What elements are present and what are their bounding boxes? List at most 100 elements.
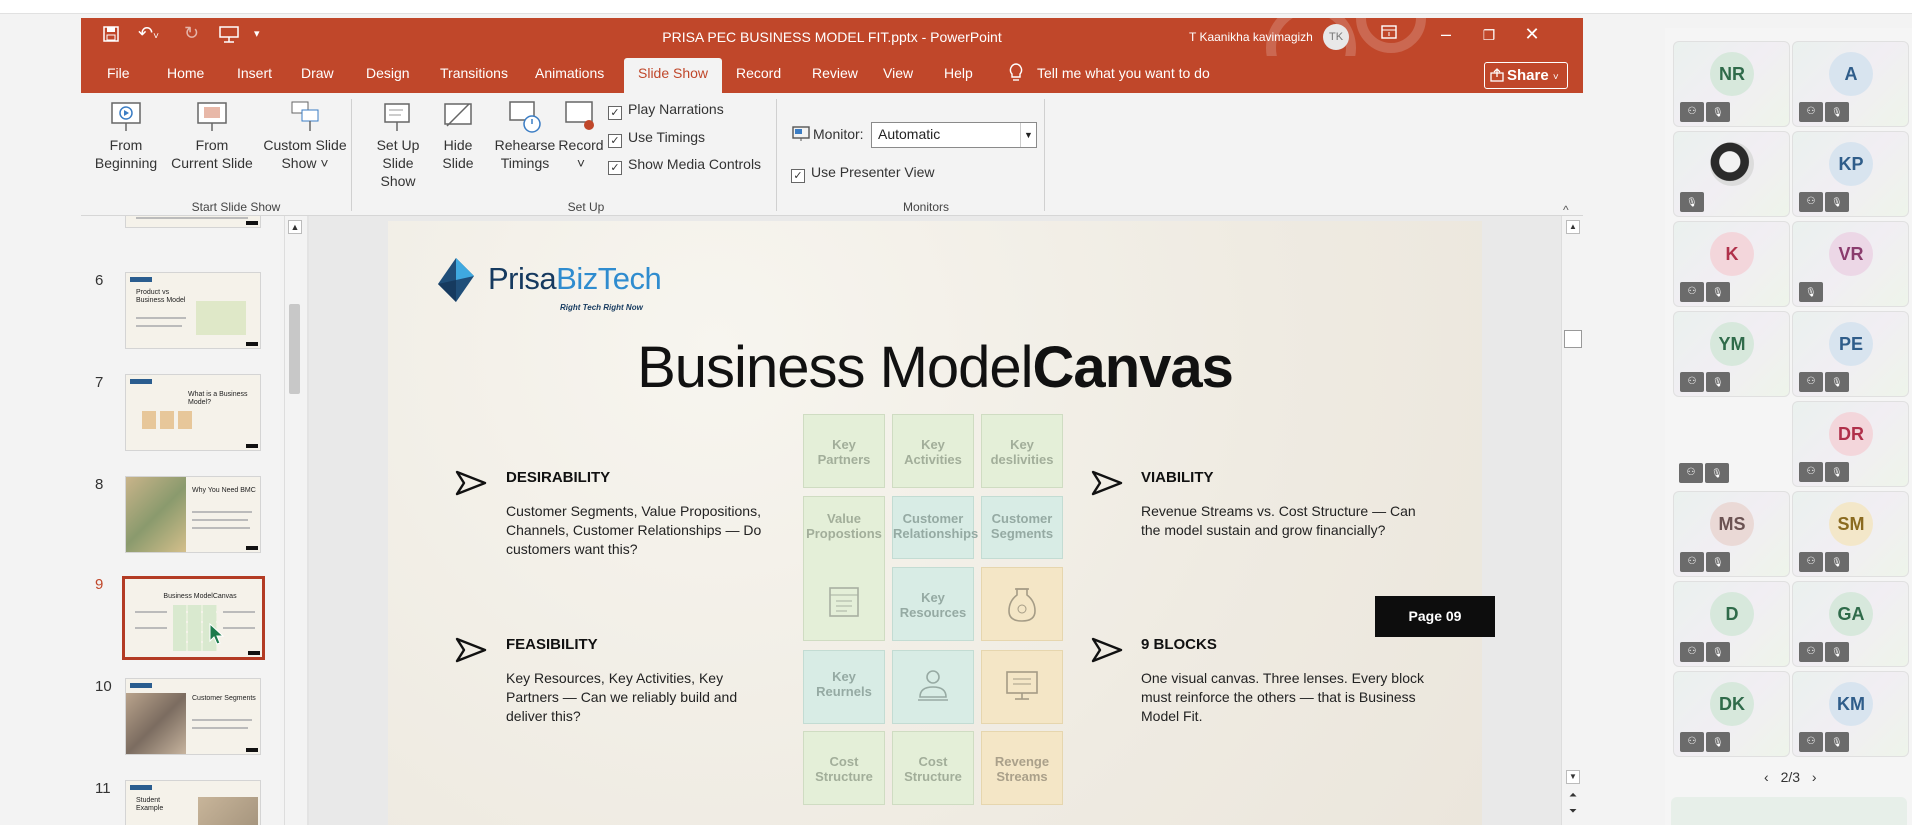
use-presenter-view-checkbox[interactable]: ✓ Use Presenter View xyxy=(791,164,934,183)
participant-tile[interactable]: MS ⚇ 🎙 xyxy=(1673,491,1790,577)
slide-thumbnail-6[interactable]: Product vs Business Model xyxy=(125,272,261,349)
camera-off-icon: ⚇ xyxy=(1680,102,1704,122)
mic-off-icon: 🎙 xyxy=(1680,192,1704,212)
tab-animations[interactable]: Animations xyxy=(535,65,604,81)
participant-tile[interactable]: KM ⚇ 🎙 xyxy=(1792,671,1909,757)
share-button[interactable]: Share ˅ xyxy=(1484,62,1568,89)
viability-heading: VIABILITY xyxy=(1141,469,1214,486)
tab-record[interactable]: Record xyxy=(736,65,781,81)
tab-home[interactable]: Home xyxy=(167,65,204,81)
participant-avatar: MS xyxy=(1710,502,1754,546)
slide-thumbnail-9[interactable]: Business ModelCanvas xyxy=(122,576,265,660)
editor-scrollbar[interactable]: ▲ ▼ ⏶ ⏷ xyxy=(1561,216,1583,825)
minimize-icon[interactable]: – xyxy=(1431,24,1461,45)
tab-view[interactable]: View xyxy=(883,65,913,81)
slide-thumbnail-5[interactable] xyxy=(125,216,261,228)
participant-tile[interactable]: ⚇ 🎙 xyxy=(1673,401,1790,487)
monitor-value: Automatic xyxy=(878,126,941,142)
slide-thumbnail-8[interactable]: Why You Need BMC xyxy=(125,476,261,553)
slide-number: 8 xyxy=(95,476,104,493)
chevron-right-icon[interactable]: › xyxy=(1812,769,1817,785)
monitor-icon xyxy=(792,126,810,141)
participant-tile[interactable]: YM ⚇ 🎙 xyxy=(1673,311,1790,397)
slide-canvas[interactable]: PrisaBizTech Right Tech Right Now Busine… xyxy=(388,221,1482,825)
tab-design[interactable]: Design xyxy=(366,65,410,81)
participant-tile[interactable]: DK ⚇ 🎙 xyxy=(1673,671,1790,757)
thumbnail-title: Business ModelCanvas xyxy=(163,593,237,600)
participant-tile[interactable]: VR 🎙 xyxy=(1792,221,1909,307)
tab-review[interactable]: Review xyxy=(812,65,858,81)
slide-number: 10 xyxy=(95,678,112,695)
participant-tile[interactable]: DR ⚇ 🎙 xyxy=(1792,401,1909,487)
ribbon-display-icon[interactable] xyxy=(1374,24,1404,45)
set-up-slide-show-button[interactable]: Set Up Slide Show xyxy=(365,100,431,190)
slide-thumbnail-11[interactable]: Student Example xyxy=(125,780,261,825)
show-media-controls-checkbox[interactable]: ✓ Show Media Controls xyxy=(608,156,761,175)
checkmark-icon: ✓ xyxy=(608,106,622,120)
tell-me-search[interactable]: Tell me what you want to do xyxy=(1037,65,1210,81)
scroll-down-icon[interactable]: ▼ xyxy=(1566,770,1580,784)
hide-line1: Hide xyxy=(443,137,473,153)
participants-pager: ‹ 2/3 › xyxy=(1760,769,1821,785)
tab-insert[interactable]: Insert xyxy=(237,65,272,81)
tab-help[interactable]: Help xyxy=(944,65,973,81)
hide-slide-button[interactable]: Hide Slide xyxy=(433,100,483,172)
user-avatar[interactable]: TK xyxy=(1323,24,1349,50)
use-timings-checkbox[interactable]: ✓ Use Timings xyxy=(608,129,705,148)
participant-tile[interactable]: PE ⚇ 🎙 xyxy=(1792,311,1909,397)
share-label: Share xyxy=(1507,67,1549,84)
tab-slide-show[interactable]: Slide Show xyxy=(624,58,723,93)
slide-thumbnail-10[interactable]: Customer Segments xyxy=(125,678,261,755)
monitor-dropdown[interactable]: Automatic ▼ xyxy=(871,122,1037,148)
participant-avatar: KP xyxy=(1829,142,1873,186)
participant-tile[interactable]: 🎙 xyxy=(1673,131,1790,217)
play-narrations-label: Play Narrations xyxy=(628,101,724,117)
thumbnail-scrollbar[interactable]: ▲ xyxy=(284,216,304,825)
participant-tile[interactable]: D ⚇ 🎙 xyxy=(1673,581,1790,667)
participant-tile[interactable]: K ⚇ 🎙 xyxy=(1673,221,1790,307)
close-icon[interactable]: ✕ xyxy=(1517,24,1547,45)
cell-monitor-icon xyxy=(981,650,1063,724)
setup-line2: Slide Show xyxy=(380,155,416,189)
slide-thumbnail-7[interactable]: What is a Business Model? xyxy=(125,374,261,451)
cell-resources-icon xyxy=(981,567,1063,641)
scroll-thumb[interactable] xyxy=(1564,330,1582,348)
title-bar: ↶˅ ↻ ▾ PRISA PEC BUSINESS MODEL FIT.pptx… xyxy=(81,18,1583,88)
participant-tile-partial xyxy=(1671,797,1907,825)
previous-slide-icon[interactable]: ⏶ xyxy=(1566,790,1580,804)
mic-off-icon: 🎙 xyxy=(1706,552,1730,572)
restore-icon[interactable]: ❐ xyxy=(1474,27,1504,44)
tab-draw[interactable]: Draw xyxy=(301,65,334,81)
play-narrations-checkbox[interactable]: ✓ Play Narrations xyxy=(608,101,724,120)
thumbnail-title: Why You Need BMC xyxy=(192,487,256,494)
participant-tile[interactable]: SM ⚇ 🎙 xyxy=(1792,491,1909,577)
scroll-up-icon[interactable]: ▲ xyxy=(288,220,302,234)
lightbulb-icon xyxy=(1009,63,1023,81)
record-line1: Record xyxy=(558,137,604,153)
cell-person-icon xyxy=(892,650,974,724)
nine-blocks-heading: 9 BLOCKS xyxy=(1141,636,1217,653)
participant-tile[interactable]: KP ⚇ 🎙 xyxy=(1792,131,1909,217)
participant-tile[interactable]: GA ⚇ 🎙 xyxy=(1792,581,1909,667)
rehearse-timings-button[interactable]: Rehearse Timings xyxy=(493,100,557,172)
viability-text: Revenue Streams vs. Cost Structure — Can… xyxy=(1141,503,1416,538)
scroll-thumb[interactable] xyxy=(289,304,300,394)
from-current-slide-button[interactable]: From Current Slide xyxy=(167,100,257,172)
meeting-toolbar-strip xyxy=(0,0,1912,14)
tab-transitions[interactable]: Transitions xyxy=(440,65,508,81)
checkmark-icon: ✓ xyxy=(608,134,622,148)
tab-file[interactable]: File xyxy=(107,65,130,81)
participant-tile[interactable]: A ⚇ 🎙 xyxy=(1792,41,1909,127)
thumbnail-title: Customer Segments xyxy=(192,695,256,702)
next-slide-icon[interactable]: ⏷ xyxy=(1566,806,1580,820)
custom-slide-show-button[interactable]: Custom Slide Show ˅ xyxy=(255,100,355,172)
scroll-up-icon[interactable]: ▲ xyxy=(1566,220,1580,234)
cell-cost-structure-2: Cost Structure xyxy=(892,731,974,805)
chevron-left-icon[interactable]: ‹ xyxy=(1764,769,1769,785)
mic-off-icon: 🎙 xyxy=(1706,282,1730,302)
group-set-up: Set Up xyxy=(567,200,605,214)
collapse-ribbon-icon[interactable]: ^ xyxy=(1563,203,1569,217)
record-button[interactable]: Record ˅ xyxy=(557,100,605,172)
participant-tile[interactable]: NR ⚇ 🎙 xyxy=(1673,41,1790,127)
from-beginning-button[interactable]: From Beginning xyxy=(93,100,159,172)
